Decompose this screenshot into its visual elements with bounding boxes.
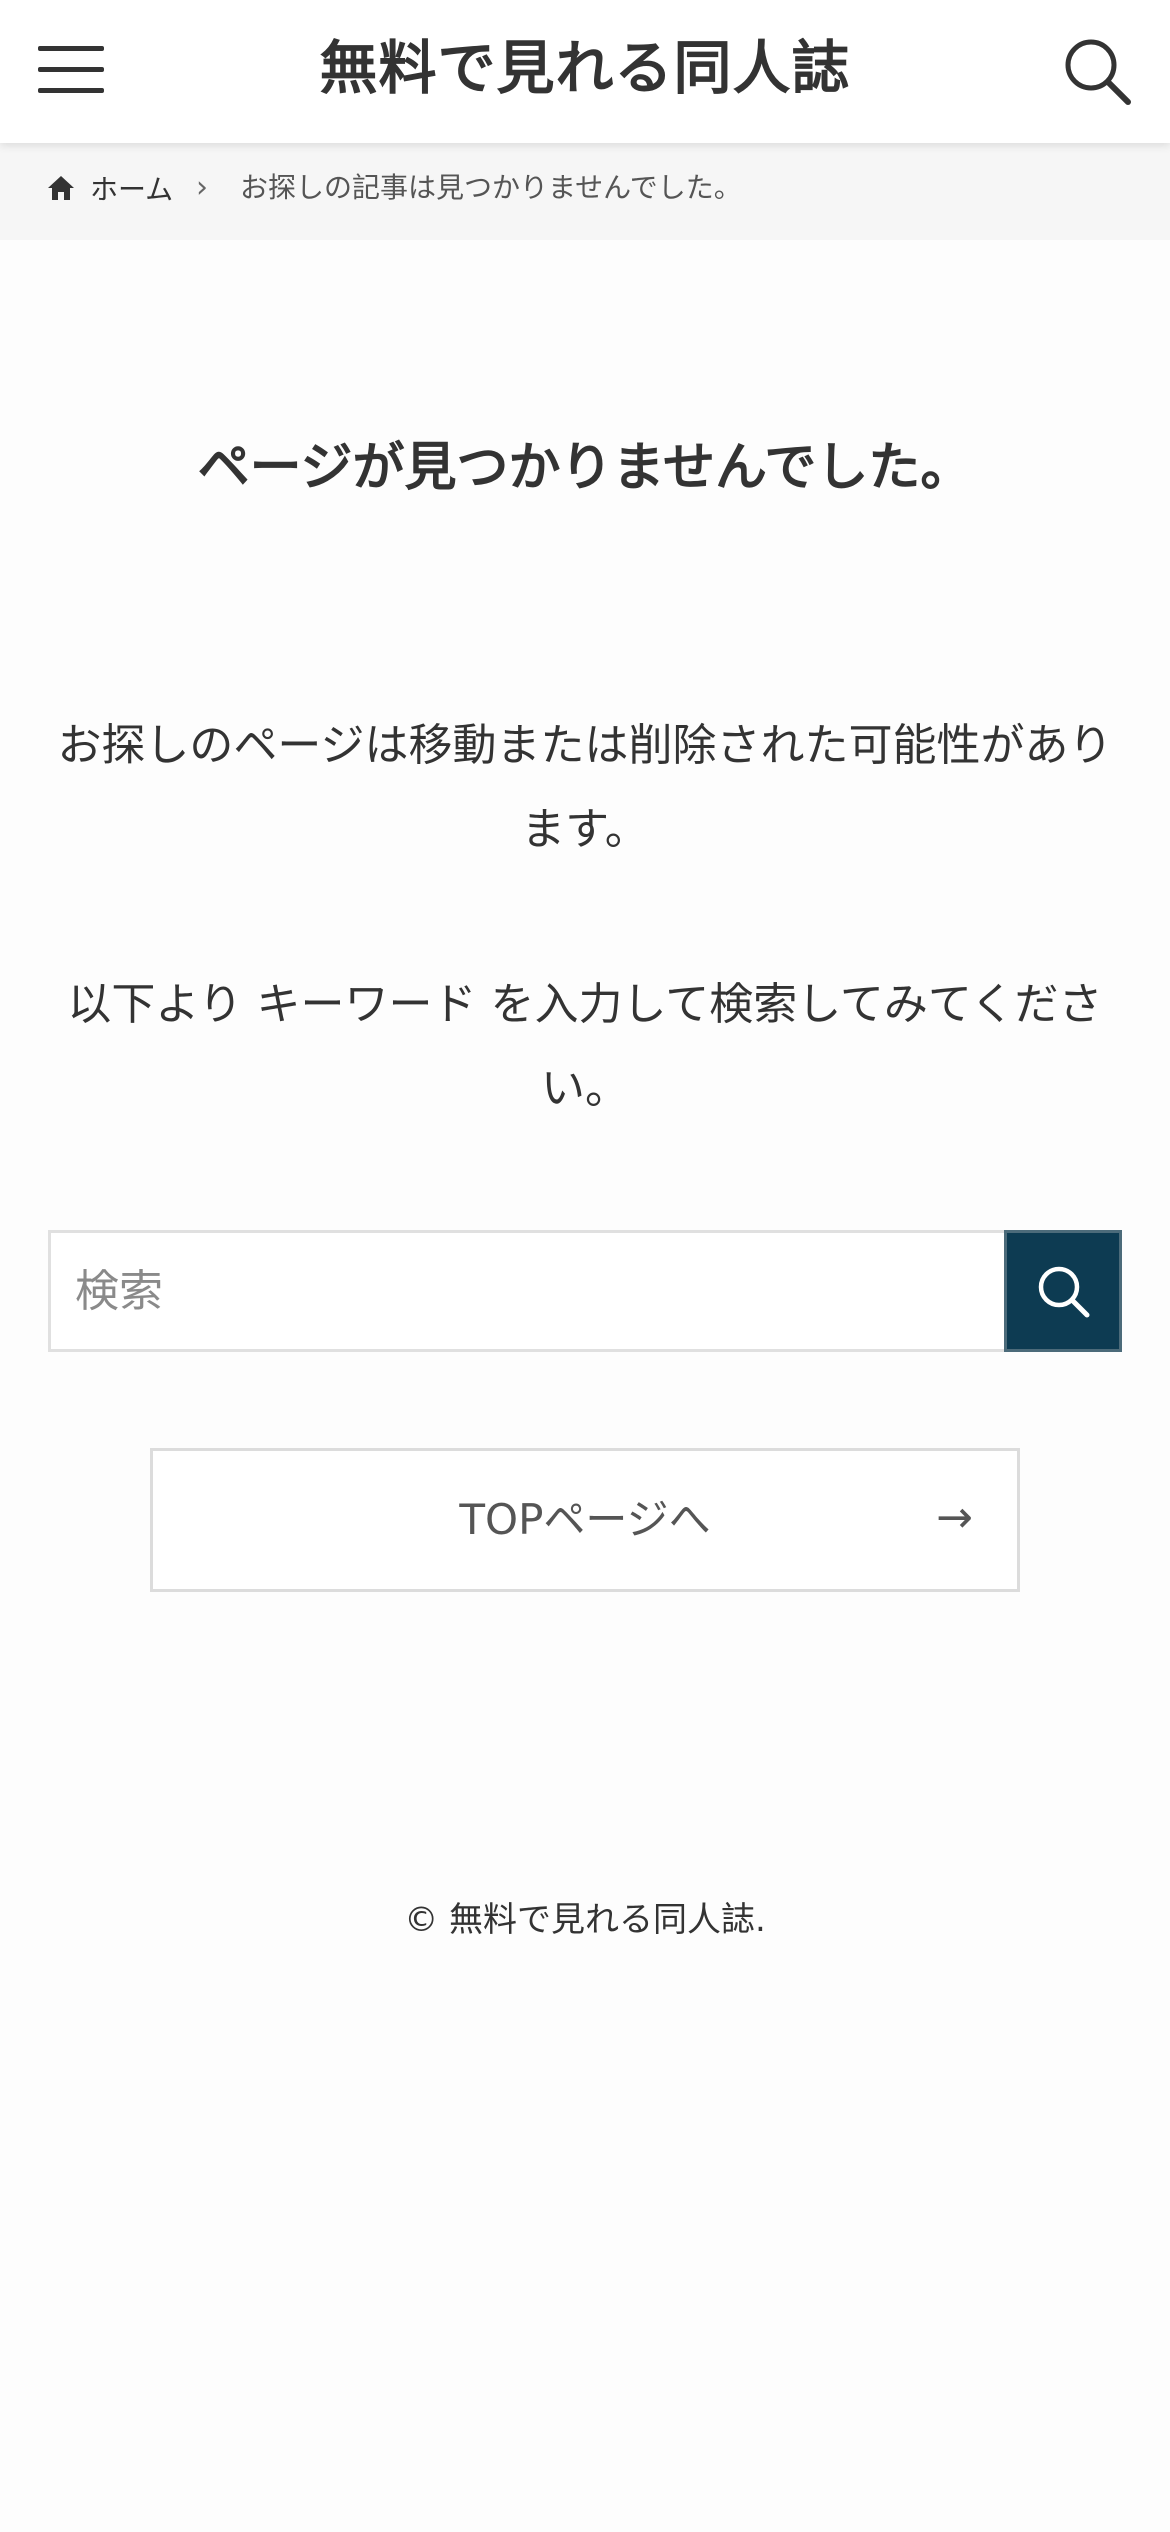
- hamburger-menu-button[interactable]: [36, 44, 106, 94]
- menu-bar: [38, 46, 104, 51]
- search-hint-message: 以下より キーワード を入力して検索してみてください。: [67, 979, 1103, 1114]
- breadcrumb-home-link[interactable]: ホーム: [46, 168, 173, 208]
- top-page-button[interactable]: TOPページへ →: [150, 1448, 1020, 1592]
- not-found-message: お探しのページは移動または削除された可能性があります。: [57, 720, 1113, 855]
- footer-copyright: © 無料で見れる同人誌.: [404, 1900, 766, 1940]
- menu-bar: [38, 88, 104, 93]
- search-icon: [1038, 1266, 1090, 1318]
- site-header: 無料で見れる同人誌: [0, 0, 1170, 143]
- header-search-button[interactable]: [1060, 34, 1134, 108]
- arrow-right-icon: →: [936, 1492, 973, 1543]
- page-title: ページが見つかりませんでした。: [197, 438, 973, 498]
- search-submit-button[interactable]: [1004, 1230, 1122, 1352]
- site-title[interactable]: 無料で見れる同人誌: [160, 28, 1010, 108]
- menu-bar: [38, 67, 104, 72]
- breadcrumb-home-label: ホーム: [90, 173, 174, 206]
- search-icon: [1065, 39, 1131, 105]
- top-page-button-label: TOPページへ: [459, 1495, 711, 1544]
- breadcrumb-current: お探しの記事は見つかりませんでした。: [240, 171, 742, 204]
- home-icon: [48, 176, 74, 200]
- chevron-right-icon: ›: [196, 170, 208, 205]
- search-input[interactable]: [48, 1230, 1004, 1352]
- search-form: [48, 1230, 1122, 1352]
